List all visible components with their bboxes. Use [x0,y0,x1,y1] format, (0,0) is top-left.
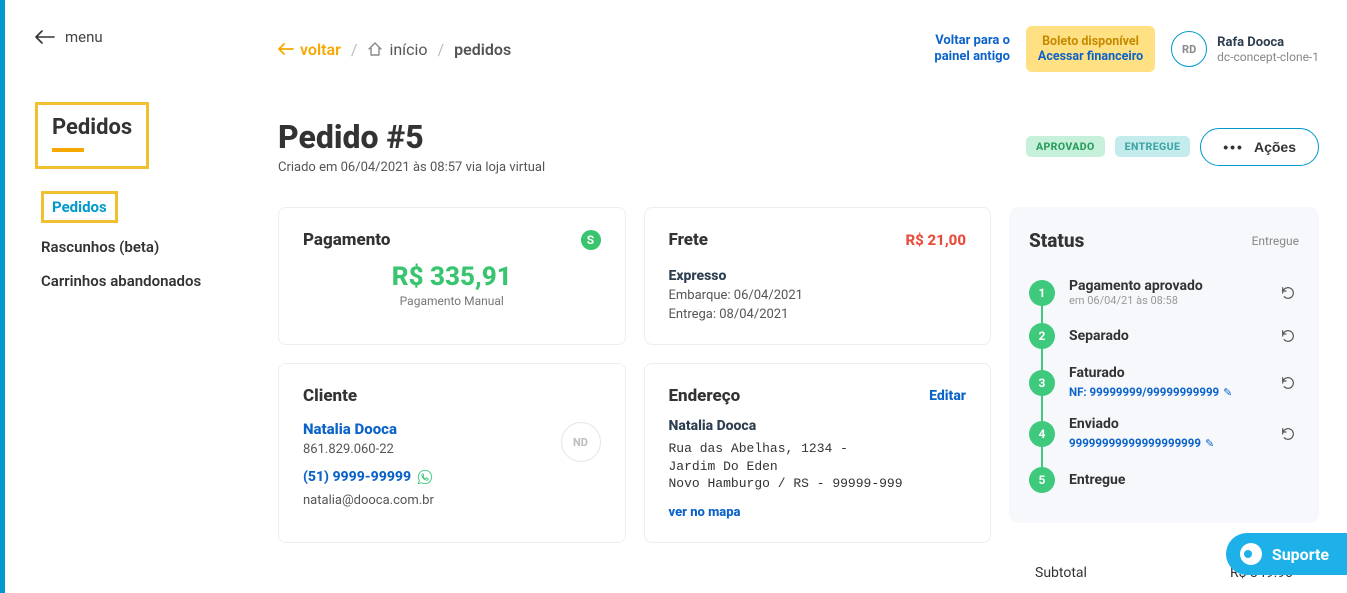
arrow-left-icon [35,30,55,44]
client-email: natalia@dooca.com.br [303,493,601,508]
sidebar-underline [52,148,84,152]
page-title: Pedido #5 [278,118,545,156]
client-card: Cliente ND Natalia Dooca 861.829.060-22 … [278,363,626,543]
breadcrumb-sep: / [351,40,358,59]
reload-icon[interactable] [1277,325,1299,347]
shipping-delivery: Entrega: 08/04/2021 [669,307,967,322]
breadcrumb-back[interactable]: voltar [278,40,341,59]
shipping-title: Frete [669,230,709,250]
status-card: Status Entregue 1 Pagamento aprovado em … [1009,207,1319,523]
reload-icon[interactable] [1277,372,1299,394]
address-title: Endereço [669,386,741,406]
pencil-icon[interactable]: ✎ [1205,437,1214,450]
sidebar-item-pedidos[interactable]: Pedidos [41,191,118,223]
timeline-step-1: 1 Pagamento aprovado em 06/04/21 às 08:5… [1029,270,1299,315]
status-title: Status [1029,229,1084,252]
client-doc: 861.829.060-22 [303,442,601,457]
timeline-step-4: 4 Enviado 99999999999999999999✎ [1029,408,1299,459]
sidebar-item-rascunhos[interactable]: Rascunhos (beta) [41,237,250,257]
acessar-financeiro-link[interactable]: Acessar financeiro [1038,49,1143,64]
pencil-icon[interactable]: ✎ [1223,386,1232,399]
dots-icon: ••• [1223,139,1244,155]
breadcrumb: voltar / início / pedidos [278,40,511,59]
payment-card: Pagamento S R$ 335,91 Pagamento Manual [278,207,626,345]
timeline-step-5: 5 Entregue [1029,459,1299,501]
payment-title: Pagamento [303,230,390,250]
timeline-step-3: 3 Faturado NF: 99999999/99999999999✎ [1029,357,1299,408]
breadcrumb-current: pedidos [454,40,511,59]
boleto-status: Boleto disponível [1038,34,1143,49]
shipping-card: Frete R$ 21,00 Expresso Embarque: 06/04/… [644,207,992,345]
address-line1: Rua das Abelhas, 1234 - [669,440,967,458]
shipping-price: R$ 21,00 [905,231,966,249]
client-avatar: ND [561,422,601,462]
breadcrumb-home[interactable]: início [367,40,427,59]
sidebar-item-carrinhos[interactable]: Carrinhos abandonados [41,271,250,291]
client-title: Cliente [303,386,601,406]
status-timeline: 1 Pagamento aprovado em 06/04/21 às 08:5… [1029,270,1299,501]
user-box[interactable]: RD Rafa Dooca dc-concept-clone-1 [1171,31,1319,67]
reload-icon[interactable] [1277,423,1299,445]
address-line2: Jardim Do Eden [669,458,967,476]
subtotal-label: Subtotal [1035,565,1087,581]
client-phone-link[interactable]: (51) 9999-99999 [303,469,601,485]
address-card: Endereço Editar Natalia Dooca Rua das Ab… [644,363,992,543]
user-org: dc-concept-clone-1 [1217,50,1319,64]
breadcrumb-sep: / [438,40,445,59]
client-name-link[interactable]: Natalia Dooca [303,420,601,438]
home-icon [367,42,383,56]
nf-link[interactable]: NF: 99999999/99999999999 [1069,385,1219,399]
user-name: Rafa Dooca [1217,35,1319,50]
timeline-step-2: 2 Separado [1029,315,1299,357]
boleto-box: Boleto disponível Acessar financeiro [1026,26,1155,72]
address-line3: Novo Hamburgo / RS - 99999-999 [669,475,967,493]
payment-amount: R$ 335,91 [303,262,601,292]
dollar-icon: S [581,230,601,250]
sidebar-title-box: Pedidos [35,102,149,169]
status-pill-entregue: ENTREGUE [1115,136,1191,157]
map-link[interactable]: ver no mapa [669,505,741,520]
status-badge: Entregue [1252,234,1299,248]
avatar: RD [1171,31,1207,67]
whatsapp-icon [417,469,433,485]
page-subtitle: Criado em 06/04/2021 às 08:57 via loja v… [278,160,545,175]
address-name: Natalia Dooca [669,418,967,434]
support-button[interactable]: Suporte [1226,533,1347,575]
edit-address-link[interactable]: Editar [929,388,966,404]
status-pill-aprovado: APROVADO [1026,136,1105,157]
tracking-link[interactable]: 99999999999999999999 [1069,436,1201,450]
painel-antigo-link[interactable]: Voltar para o painel antigo [934,33,1010,66]
reload-icon[interactable] [1277,282,1299,304]
chat-icon [1240,543,1262,565]
shipping-embark: Embarque: 06/04/2021 [669,288,967,303]
actions-button[interactable]: ••• Ações [1200,128,1319,166]
sidebar-title: Pedidos [52,115,132,140]
shipping-type: Expresso [669,268,967,284]
payment-method: Pagamento Manual [303,294,601,308]
arrow-left-icon [278,43,294,55]
menu-back-link[interactable]: menu [35,28,250,46]
menu-label: menu [65,28,103,46]
